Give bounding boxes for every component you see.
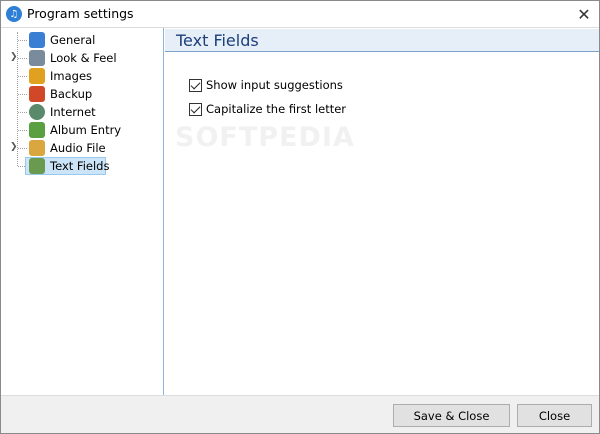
tree-branch-line [18, 76, 27, 77]
palette-icon [29, 50, 45, 66]
sidebar-item-label: Audio File [50, 141, 106, 155]
text-fields-icon [29, 158, 45, 174]
sidebar-item-text-fields[interactable]: Text Fields [1, 157, 163, 175]
album-entry-icon [29, 122, 45, 138]
chevron-right-icon[interactable]: ❯ [10, 53, 18, 62]
checkbox-label: Capitalize the first letter [206, 102, 347, 116]
sidebar-item-label: Internet [50, 105, 96, 119]
sidebar-item-album-entry[interactable]: Album Entry [1, 121, 163, 139]
sidebar-item-label: Backup [50, 87, 93, 101]
audio-file-icon [29, 140, 45, 156]
tree-branch-line [18, 94, 27, 95]
close-button[interactable]: Close [517, 404, 592, 427]
window-title: Program settings [27, 6, 134, 21]
sidebar-item-label: Images [50, 69, 93, 83]
sidebar-item-label: General [50, 33, 96, 47]
settings-tree: General ❯ Look & Feel Images Backup Inte… [1, 28, 164, 395]
images-icon [29, 68, 45, 84]
checkbox-capitalize-first-letter[interactable] [189, 102, 202, 116]
chevron-right-icon[interactable]: ❯ [10, 143, 18, 152]
sidebar-item-label: Look & Feel [50, 51, 117, 65]
sidebar-item-backup[interactable]: Backup [1, 85, 163, 103]
option-show-input-suggestions[interactable]: Show input suggestions [189, 77, 343, 93]
sidebar-item-general[interactable]: General [1, 31, 163, 49]
globe-icon [29, 104, 45, 120]
panel-header: Text Fields [165, 29, 599, 52]
music-note-icon: ♫ [6, 6, 22, 22]
client-area: General ❯ Look & Feel Images Backup Inte… [1, 27, 599, 395]
tree-branch-line [18, 112, 27, 113]
tree-branch-line [18, 148, 27, 149]
sidebar-item-look-feel[interactable]: ❯ Look & Feel [1, 49, 163, 67]
tree-branch-line [18, 130, 27, 131]
settings-panel: Text Fields Show input suggestions Capit… [165, 28, 599, 395]
sidebar-item-internet[interactable]: Internet [1, 103, 163, 121]
tree-branch-line [18, 40, 27, 41]
gear-icon [29, 32, 45, 48]
sidebar-item-audio-file[interactable]: ❯ Audio File [1, 139, 163, 157]
title-bar: ♫ Program settings ✕ [1, 1, 599, 27]
dialog-footer: Save & Close Close [1, 395, 599, 433]
sidebar-item-images[interactable]: Images [1, 67, 163, 85]
tree-branch-line [18, 58, 27, 59]
page-title: Text Fields [176, 31, 259, 50]
backup-icon [29, 86, 45, 102]
settings-window: ♫ Program settings ✕ General ❯ Look & Fe… [0, 0, 600, 434]
close-window-button[interactable]: ✕ [570, 3, 598, 25]
option-capitalize-first-letter[interactable]: Capitalize the first letter [189, 101, 346, 117]
save-and-close-button[interactable]: Save & Close [393, 404, 510, 427]
sidebar-item-label: Album Entry [50, 123, 122, 137]
checkbox-show-input-suggestions[interactable] [189, 78, 202, 92]
checkbox-label: Show input suggestions [206, 78, 343, 92]
